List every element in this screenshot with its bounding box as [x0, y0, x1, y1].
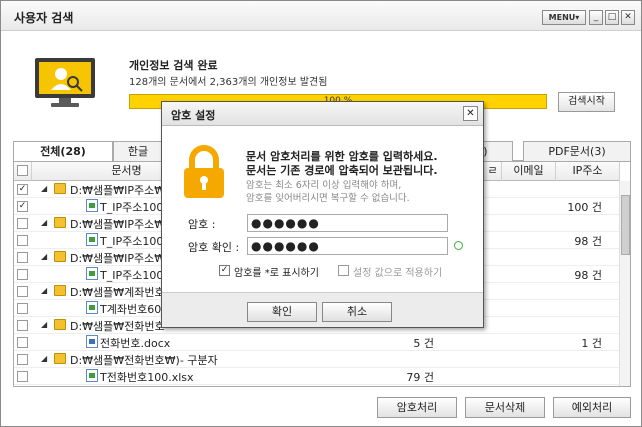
header-checkbox[interactable] [14, 162, 32, 181]
file-icon [86, 301, 98, 314]
file-icon [86, 199, 98, 212]
file-name[interactable]: T_IP주소100. [100, 267, 167, 283]
maximize-button[interactable]: □ [605, 10, 619, 25]
header-email[interactable]: 이메일 [502, 162, 556, 181]
tab-hwp[interactable]: 한글 [113, 141, 163, 161]
folder-icon [54, 183, 66, 194]
delete-button[interactable]: 문서삭제 [465, 397, 545, 418]
password-dialog: 암호 설정 ✕ 문서 암호처리를 위한 암호를 입력하세요. 문서는 기존 경로… [161, 101, 484, 328]
monitor-search-icon [35, 58, 95, 107]
minimize-button[interactable]: _ [589, 10, 603, 25]
row-checkbox[interactable]: ✓ [17, 184, 28, 195]
folder-icon [54, 285, 66, 296]
row-checkbox[interactable] [17, 337, 28, 348]
file-icon [86, 267, 98, 280]
dialog-title-bar: 암호 설정 ✕ [162, 102, 483, 126]
row-checkbox[interactable] [17, 269, 28, 280]
ip-count-cell: 98 건 [574, 235, 602, 248]
tab-all[interactable]: 전체(28) [13, 141, 113, 161]
ip-count-cell: 98 건 [574, 269, 602, 282]
folder-path[interactable]: D:₩샘플₩IP주소₩ [70, 250, 165, 266]
password-label: 암호 : [188, 218, 216, 231]
row-checkbox[interactable] [17, 354, 28, 365]
file-name[interactable]: T_IP주소100. [100, 199, 167, 215]
folder-path[interactable]: D:₩샘플₩IP주소₩ [70, 216, 165, 232]
row-checkbox[interactable] [17, 303, 28, 314]
file-name[interactable]: 전화번호.docx [100, 335, 170, 351]
folder-path[interactable]: D:₩샘플₩전화번호₩- 구분자 [70, 386, 213, 387]
row-checkbox[interactable] [17, 252, 28, 263]
folder-icon [54, 217, 66, 228]
window-title: 사용자 검색 [14, 11, 74, 25]
summary-title: 개인정보 검색 완료 [129, 59, 218, 72]
folder-icon [54, 353, 66, 364]
folder-path[interactable]: D:₩샘플₩계좌번호 [70, 284, 165, 300]
title-bar: 사용자 검색 MENU▾ _ □ ✕ [1, 1, 641, 31]
header-pattern[interactable]: ㄹ [484, 162, 502, 181]
folder-path[interactable]: D:₩샘플₩전화번호₩)- 구분자 [70, 352, 218, 368]
expand-toggle-icon[interactable]: ◢ [41, 354, 47, 363]
folder-path[interactable]: D:₩샘플₩전화번호 [70, 318, 165, 334]
folder-icon [54, 319, 66, 330]
mask-password-checkbox[interactable]: ✓ [219, 265, 230, 276]
summary-text: 128개의 문서에서 2,363개의 개인정보 발견됨 [129, 77, 328, 88]
tab-pdf[interactable]: PDF문서(3) [523, 141, 631, 161]
ip-count-cell: 1 건 [581, 337, 602, 350]
dialog-hint-1: 암호는 최소 6자리 이상 입력해야 하며, [246, 180, 402, 191]
password-confirm-input[interactable]: ●●●●●● [247, 237, 448, 255]
file-icon [86, 233, 98, 246]
password-input[interactable]: ●●●●●● [247, 214, 448, 232]
expand-toggle-icon[interactable]: ◢ [41, 252, 47, 261]
table-row[interactable]: ◢ D:₩샘플₩전화번호₩)- 구분자 [14, 351, 620, 368]
file-icon [86, 369, 98, 382]
row-checkbox[interactable] [17, 320, 28, 331]
row-checkbox[interactable]: ✓ [17, 201, 28, 212]
menu-button[interactable]: MENU▾ [542, 10, 586, 25]
ip-count-cell: 100 건 [567, 201, 602, 214]
expand-toggle-icon[interactable]: ◢ [41, 320, 47, 329]
mask-password-label: 암호를 *로 표시하기 [234, 268, 319, 279]
scroll-thumb[interactable] [621, 195, 630, 255]
cancel-button[interactable]: 취소 [322, 302, 392, 322]
apply-setting-label: 설정 값으로 적용하기 [353, 268, 443, 279]
row-checkbox[interactable] [17, 235, 28, 246]
expand-toggle-icon[interactable]: ◢ [41, 286, 47, 295]
count-cell: 5 건 [413, 337, 434, 350]
dialog-close-button[interactable]: ✕ [463, 106, 478, 121]
file-name[interactable]: T전화번호100.xlsx [100, 369, 194, 385]
password-confirm-label: 암호 확인 : [188, 241, 240, 254]
count-cell: 79 건 [406, 371, 434, 384]
encrypt-button[interactable]: 암호처리 [377, 397, 457, 418]
lock-icon [184, 145, 224, 198]
dialog-message-2: 문서는 기존 경로에 압축되어 보관됩니다. [246, 164, 438, 177]
exclude-button[interactable]: 예외처리 [553, 397, 631, 418]
search-start-button[interactable]: 검색시작 [558, 92, 615, 112]
search-window: 사용자 검색 MENU▾ _ □ ✕ 개인정보 검색 완료 128개의 문서에서… [0, 0, 642, 427]
row-checkbox[interactable] [17, 286, 28, 297]
file-name[interactable]: T_IP주소100. [100, 233, 167, 249]
file-icon [86, 335, 98, 348]
apply-setting-checkbox[interactable] [338, 265, 349, 276]
dialog-title: 암호 설정 [171, 109, 216, 122]
table-row[interactable]: ◢D:₩샘플₩전화번호₩- 구분자 [14, 385, 620, 387]
dialog-hint-2: 암호를 잊어버리시면 복구할 수 없습니다. [246, 193, 410, 204]
row-checkbox[interactable] [17, 371, 28, 382]
file-name[interactable]: T계좌번호60 [100, 301, 161, 317]
row-checkbox[interactable] [17, 218, 28, 229]
password-match-icon [454, 241, 463, 250]
ok-button[interactable]: 확인 [247, 302, 317, 322]
table-row[interactable]: 전화번호.docx 5 건 1 건 [14, 334, 620, 351]
folder-path[interactable]: D:₩샘플₩IP주소₩ [70, 182, 165, 198]
vertical-scrollbar[interactable] [619, 181, 630, 386]
table-row[interactable]: T전화번호100.xlsx 79 건 [14, 368, 620, 385]
folder-icon [54, 251, 66, 262]
expand-toggle-icon[interactable]: ◢ [41, 184, 47, 193]
expand-toggle-icon[interactable]: ◢ [41, 218, 47, 227]
header-ip[interactable]: IP주소 [556, 162, 620, 181]
close-button[interactable]: ✕ [621, 10, 635, 25]
